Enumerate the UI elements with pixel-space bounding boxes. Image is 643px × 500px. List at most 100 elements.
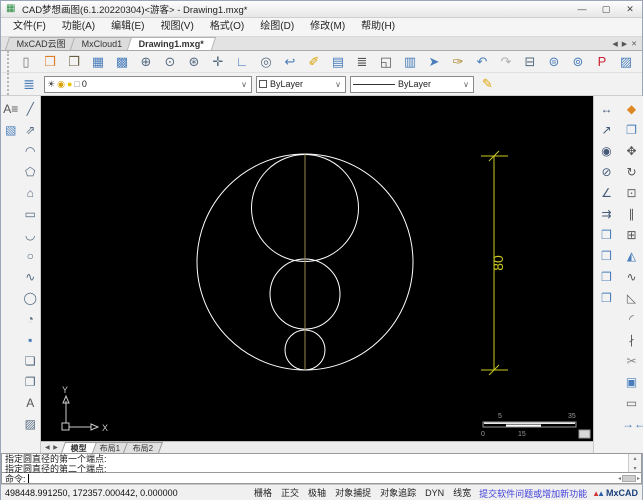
rectangle-icon[interactable]: ▭ bbox=[21, 204, 40, 225]
brush-edit-icon[interactable]: ✑ bbox=[446, 52, 470, 72]
copy-icon[interactable]: ❐ bbox=[622, 120, 641, 141]
zoom-window-icon[interactable]: ⊙ bbox=[158, 52, 182, 72]
menu-item[interactable]: 修改(M) bbox=[302, 18, 353, 36]
chamfer-icon[interactable]: ◺ bbox=[622, 288, 641, 309]
menu-item[interactable]: 编辑(E) bbox=[103, 18, 152, 36]
vertical-dimension-80[interactable]: 80 bbox=[481, 150, 508, 376]
layout-tab-nav-icons[interactable]: ◀ ▶ bbox=[45, 444, 59, 451]
menu-item[interactable]: 帮助(H) bbox=[353, 18, 403, 36]
redo-icon[interactable]: ↷ bbox=[494, 52, 518, 72]
image-export-icon[interactable]: ▨ bbox=[614, 52, 638, 72]
chevron-down-icon[interactable]: ∨ bbox=[333, 80, 343, 89]
polygon-edge-icon[interactable]: ⌂ bbox=[21, 183, 40, 204]
undo-icon[interactable]: ↶ bbox=[470, 52, 494, 72]
menu-item[interactable]: 功能(A) bbox=[54, 18, 103, 36]
region-icon[interactable]: ▭ bbox=[622, 393, 641, 414]
spline-icon[interactable]: ∿ bbox=[21, 267, 40, 288]
erase-icon[interactable]: ◆ bbox=[622, 99, 641, 120]
save-icon[interactable]: ▦ bbox=[86, 52, 110, 72]
document-tab[interactable]: MxCloud1 bbox=[69, 37, 135, 50]
arc-icon[interactable]: ◠ bbox=[21, 141, 40, 162]
layout-tab[interactable]: 布局2 bbox=[123, 442, 164, 453]
minimize-button[interactable]: — bbox=[570, 2, 594, 17]
dim-radius-icon[interactable]: ◉ bbox=[597, 141, 616, 162]
select-cursor-icon[interactable]: ➤ bbox=[422, 52, 446, 72]
chevron-down-icon[interactable]: ∨ bbox=[461, 80, 471, 89]
fillet-icon[interactable]: ◜ bbox=[622, 309, 641, 330]
mirror-icon[interactable]: ◭ bbox=[622, 246, 641, 267]
status-toggle[interactable]: DYN bbox=[422, 487, 447, 500]
trim-icon[interactable]: ✂ bbox=[622, 351, 641, 372]
viewport-icon[interactable]: ◱ bbox=[374, 52, 398, 72]
pan-icon[interactable]: ✛ bbox=[206, 52, 230, 72]
layer-lock-icon[interactable]: ◉ bbox=[57, 77, 65, 92]
status-toggle[interactable]: 对象追踪 bbox=[377, 487, 419, 500]
layer-bulb-icon[interactable]: ● bbox=[67, 77, 72, 92]
layout-tab[interactable]: 模型 bbox=[60, 442, 97, 453]
create-block-icon[interactable]: ❐ bbox=[21, 372, 40, 393]
chevron-down-icon[interactable]: ∨ bbox=[239, 80, 249, 89]
maximize-button[interactable]: ▢ bbox=[594, 2, 618, 17]
move-icon[interactable]: ✥ bbox=[622, 141, 641, 162]
linetype-edit-pencil-icon[interactable]: ✎ bbox=[482, 76, 493, 92]
single-text-icon[interactable]: A bbox=[21, 393, 40, 414]
layer-onoff-icon[interactable]: ☀ bbox=[47, 77, 55, 92]
insert-image-icon[interactable]: ▨ bbox=[21, 414, 40, 435]
dim-aligned-icon[interactable]: ↗ bbox=[597, 120, 616, 141]
status-toggle[interactable]: 极轴 bbox=[305, 487, 329, 500]
new-file-icon[interactable]: ▯ bbox=[14, 52, 38, 72]
draw-settings-pencil-icon[interactable]: ✐ bbox=[302, 52, 326, 72]
line-icon[interactable]: ╱ bbox=[21, 99, 40, 120]
dim-update-icon[interactable]: ❒ bbox=[597, 288, 616, 309]
drawing-svg[interactable]: 80 5 35 0 15 Y X bbox=[41, 96, 593, 441]
web-globe-icon[interactable]: ⊚ bbox=[566, 52, 590, 72]
break-icon[interactable]: ∤ bbox=[622, 330, 641, 351]
print-icon[interactable]: ⊟ bbox=[518, 52, 542, 72]
command-input-row[interactable]: 命令: ◂ ▸ bbox=[1, 473, 642, 484]
status-toggle[interactable]: 正交 bbox=[278, 487, 302, 500]
open-folder-icon[interactable]: ❐ bbox=[62, 52, 86, 72]
color-dropdown[interactable]: ByLayer ∨ bbox=[256, 75, 346, 93]
dim-continue-icon[interactable]: ⇉ bbox=[597, 204, 616, 225]
zoom-dynamic-icon[interactable]: ⊛ bbox=[182, 52, 206, 72]
join-icon[interactable]: →← bbox=[622, 414, 643, 435]
scale-icon[interactable]: ⊡ bbox=[622, 183, 641, 204]
status-toggle[interactable]: 对象捕捉 bbox=[332, 487, 374, 500]
zoom-scale-icon[interactable]: ⊕ bbox=[134, 52, 158, 72]
save-as-icon[interactable]: ▩ bbox=[110, 52, 134, 72]
drawing-canvas[interactable]: 80 5 35 0 15 Y X bbox=[41, 96, 593, 441]
scroll-right-icon[interactable]: ▸ bbox=[637, 475, 640, 482]
scrollbar-thumb[interactable] bbox=[621, 474, 636, 482]
document-tab[interactable]: MxCAD云图 bbox=[4, 37, 79, 50]
close-button[interactable]: ✕ bbox=[618, 2, 642, 17]
dim-linear-icon[interactable]: ↔ bbox=[597, 99, 616, 120]
menu-item[interactable]: 文件(F) bbox=[5, 18, 54, 36]
dim-diameter-icon[interactable]: ⊘ bbox=[597, 162, 616, 183]
scroll-up-icon[interactable]: ▴ bbox=[633, 454, 636, 464]
polyline-icon[interactable]: ⇗ bbox=[21, 120, 40, 141]
display-config-icon[interactable]: ▥ bbox=[398, 52, 422, 72]
rotate-icon[interactable]: ↻ bbox=[622, 162, 641, 183]
web-cloud-icon[interactable]: ⊜ bbox=[542, 52, 566, 72]
status-toggle[interactable]: 线宽 bbox=[450, 487, 474, 500]
zoom-center-icon[interactable]: ◎ bbox=[254, 52, 278, 72]
tab-close-icon[interactable]: ✕ bbox=[631, 40, 637, 48]
menu-item[interactable]: 格式(O) bbox=[202, 18, 252, 36]
toolbar-grip[interactable] bbox=[7, 51, 11, 72]
scroll-left-icon[interactable]: ◂ bbox=[618, 475, 621, 482]
mtext-icon[interactable]: A≡ bbox=[1, 99, 20, 120]
hatch-icon[interactable]: ▧ bbox=[1, 120, 20, 141]
offset-icon[interactable]: ∥ bbox=[622, 204, 641, 225]
pdf-export-icon[interactable]: P bbox=[590, 52, 614, 72]
ucs-axes-icon[interactable]: ∟ bbox=[230, 52, 254, 72]
dim-edit-icon[interactable]: ❒ bbox=[597, 267, 616, 288]
insert-block-icon[interactable]: ❏ bbox=[21, 351, 40, 372]
circle-icon[interactable]: ○ bbox=[21, 246, 40, 267]
command-hscrollbar[interactable]: ◂ ▸ bbox=[618, 473, 641, 483]
feedback-link[interactable]: 提交软件问题或增加新功能 bbox=[477, 487, 589, 500]
open-drawing-icon[interactable]: ❒ bbox=[38, 52, 62, 72]
toolbar-grip[interactable] bbox=[7, 73, 11, 95]
point-icon[interactable]: ▪ bbox=[21, 330, 40, 351]
zoom-previous-icon[interactable]: ↩ bbox=[278, 52, 302, 72]
mtext-lines-icon[interactable]: ≣ bbox=[350, 52, 374, 72]
